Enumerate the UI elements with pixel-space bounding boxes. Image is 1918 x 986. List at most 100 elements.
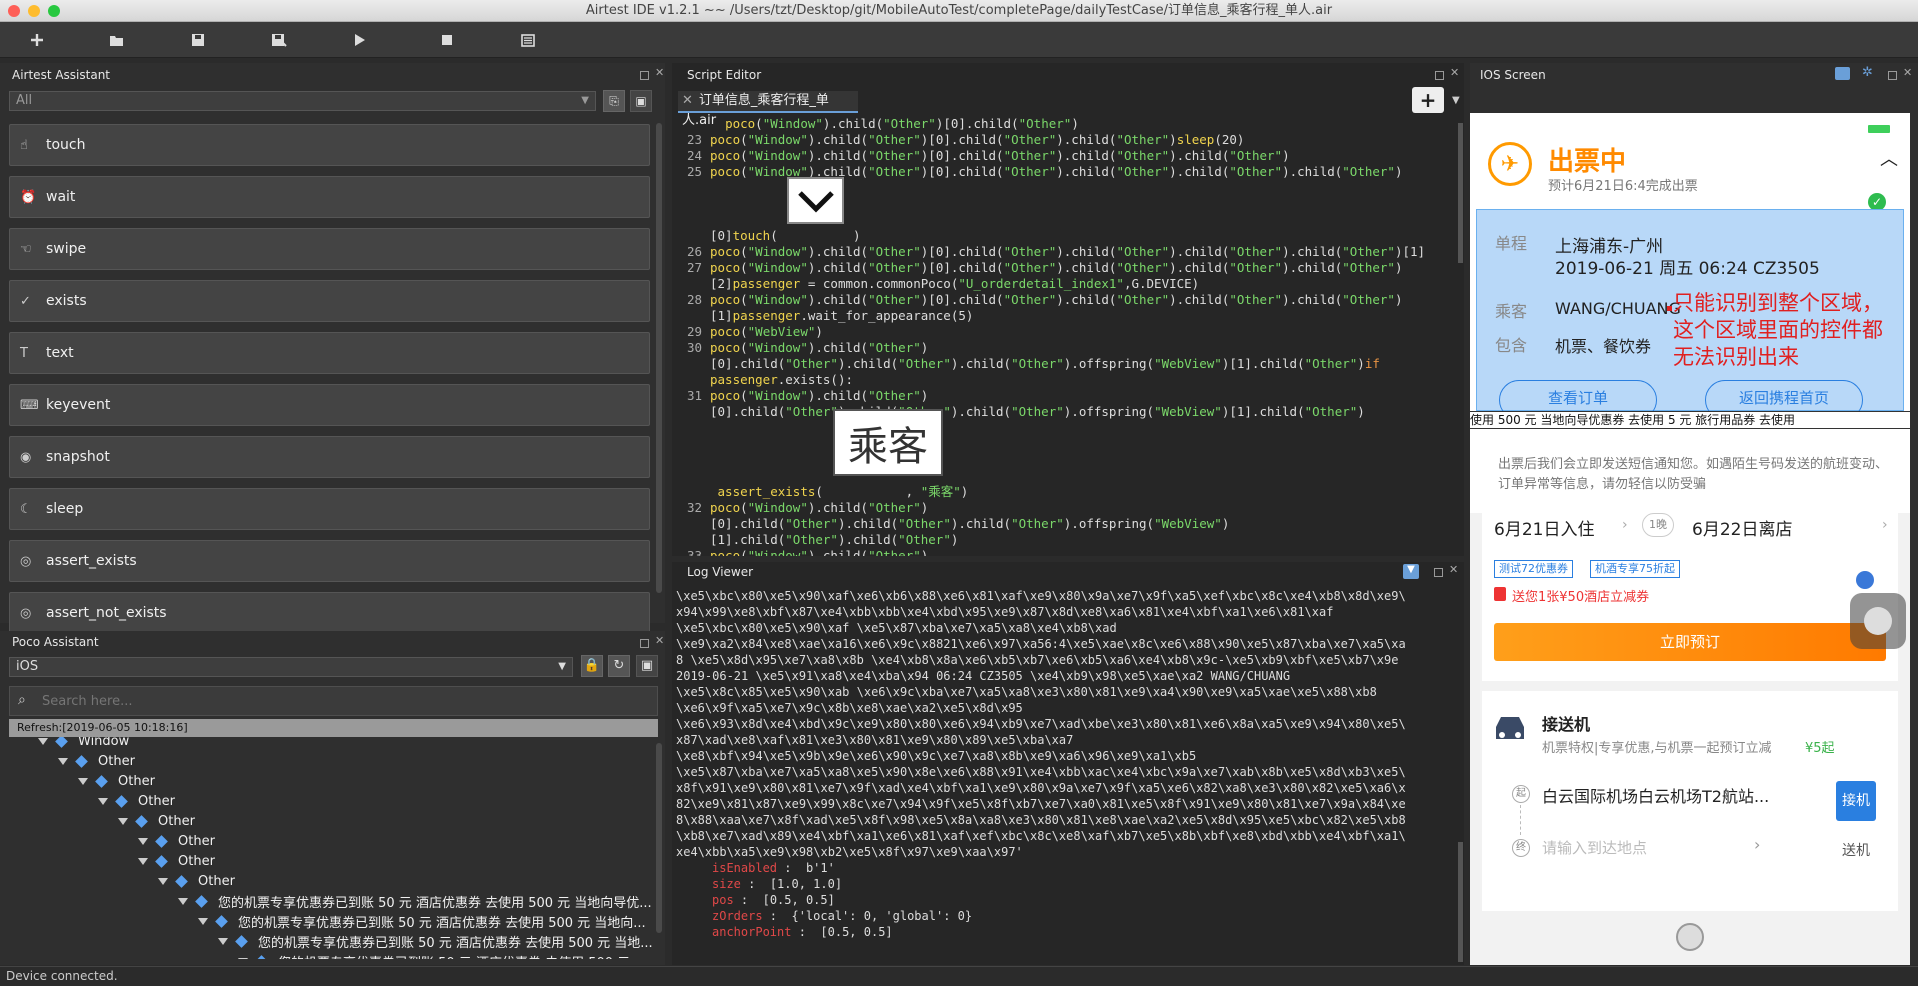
airtest-list-scrollbar[interactable] <box>656 123 662 593</box>
filter-icon[interactable]: ▼ <box>1403 564 1419 579</box>
close-window-button[interactable] <box>8 5 20 17</box>
expand-triangle-icon[interactable] <box>78 777 88 785</box>
expand-triangle-icon[interactable] <box>98 797 108 805</box>
tools-icon[interactable]: ✲ <box>1862 65 1873 80</box>
api-item-assert-exists[interactable]: ◎ assert_exists <box>9 540 650 582</box>
new-tab-button[interactable]: + <box>1412 87 1444 113</box>
coupon-bar[interactable]: 使用 500 元 当地向导优惠券 去使用 5 元 旅行用品券 去使用 <box>1470 411 1910 429</box>
chevron-right-icon: › <box>1754 835 1761 854</box>
tree-node[interactable]: Other <box>118 811 195 831</box>
screenshot-button[interactable]: ▣ <box>630 90 652 112</box>
tree-node[interactable]: 您的机票专享优惠券已到账 50 元 酒店优惠券 去使用 500 元 当地... <box>218 931 653 951</box>
touch-target-thumbnail[interactable] <box>787 177 844 224</box>
close-panel-icon[interactable]: ✕ <box>655 634 664 647</box>
home-button[interactable] <box>1676 923 1704 951</box>
minimize-window-button[interactable] <box>28 5 40 17</box>
book-now-button[interactable]: 立即预订 <box>1494 623 1886 661</box>
float-panel-icon[interactable] <box>640 639 649 648</box>
close-tab-icon[interactable]: ✕ <box>682 93 693 108</box>
chevron-right-icon: › <box>1622 517 1628 533</box>
expand-triangle-icon[interactable] <box>58 757 68 765</box>
expand-triangle-icon[interactable] <box>238 957 248 959</box>
float-panel-icon[interactable] <box>640 71 649 80</box>
api-item-sleep[interactable]: ☾ sleep <box>9 488 650 530</box>
orientation-icon[interactable] <box>1835 67 1850 80</box>
airplane-icon: ✈ <box>1488 142 1532 186</box>
expand-triangle-icon[interactable] <box>198 917 208 925</box>
poco-search-box[interactable]: ⌕ <box>9 686 658 716</box>
destination-input[interactable]: 请输入到达地点 <box>1542 837 1647 858</box>
window-title: Airtest IDE v1.2.1 ~~ /Users/tzt/Desktop… <box>585 3 1333 18</box>
highlighted-region[interactable]: 单程 上海浦东-广州 2019-06-21 周五 06:24 CZ3505 乘客… <box>1476 209 1904 420</box>
pickup-tab[interactable]: 接机 <box>1836 781 1876 821</box>
sms-notice: 出票后我们会立即发送短信通知您。如遇陌生号码发送的航班变动、订单异常等信息，请勿… <box>1498 457 1889 492</box>
zoom-window-button[interactable] <box>48 5 60 17</box>
code-text: passenger.exists(): <box>710 372 853 387</box>
tree-node[interactable]: Other <box>98 791 175 811</box>
chevron-up-icon[interactable]: ︿ <box>1880 145 1898 171</box>
tree-node[interactable]: Other <box>138 851 215 871</box>
expand-triangle-icon[interactable] <box>178 897 188 905</box>
save-as-button[interactable] <box>266 28 292 52</box>
floating-share-icon[interactable] <box>1856 571 1874 589</box>
lock-ui-button[interactable]: 🔒 <box>581 655 603 677</box>
poco-search-input[interactable] <box>42 691 642 711</box>
close-panel-icon[interactable]: ✕ <box>1450 66 1459 79</box>
checkout-date[interactable]: 6月22日离店 <box>1692 515 1792 540</box>
record-poco-button[interactable]: ▣ <box>636 655 658 677</box>
expand-triangle-icon[interactable] <box>138 857 148 865</box>
tree-node-label: Other <box>178 853 215 869</box>
tree-node[interactable]: Other <box>78 771 155 791</box>
api-item-swipe[interactable]: ☜ swipe <box>9 228 650 270</box>
tree-node[interactable]: 您的机票专享优惠券已到账 50 元 酒店优惠券 去使用 500 元 当地向导优.… <box>178 891 652 911</box>
log-scrollbar[interactable] <box>1458 842 1463 962</box>
poco-platform-select[interactable]: iOS ▼ <box>9 657 573 677</box>
device-screen[interactable]: ✈ 出票中 预计6月21日6:4完成出票 ︿ ✓ 单程 上海浦东-广州 2019… <box>1470 113 1910 965</box>
tree-node[interactable]: Window <box>38 737 129 751</box>
record-button[interactable]: ⎘ <box>603 90 625 112</box>
api-item-snapshot[interactable]: ◉ snapshot <box>9 436 650 478</box>
close-panel-icon[interactable]: ✕ <box>1903 66 1912 79</box>
new-file-button[interactable] <box>24 28 50 52</box>
expand-triangle-icon[interactable] <box>118 817 128 825</box>
api-item-keyevent[interactable]: ⌨ keyevent <box>9 384 650 426</box>
float-panel-icon[interactable] <box>1435 71 1444 80</box>
pickup-location[interactable]: 白云国际机场白云机场T2航站... <box>1542 783 1769 807</box>
tab-script-file[interactable]: ✕ 订单信息_乘客行程_单人.air <box>678 91 858 128</box>
tree-node[interactable]: 您的机票专享优惠券已到账 50 元 酒店优惠券 去使用 500 元 当地向... <box>198 911 646 931</box>
close-panel-icon[interactable]: ✕ <box>1449 563 1458 576</box>
float-panel-icon[interactable] <box>1888 71 1897 80</box>
tree-node[interactable]: Other <box>138 831 215 851</box>
chevron-down-icon[interactable]: ▼ <box>1452 95 1460 106</box>
view-log-button[interactable] <box>515 28 541 52</box>
expand-triangle-icon[interactable] <box>218 937 228 945</box>
tree-node[interactable]: 您的机票专享优惠券已到账 50 元 酒店优惠券 去使用 500 元 <box>238 951 630 959</box>
expand-triangle-icon[interactable] <box>138 837 148 845</box>
api-icon: ◎ <box>20 553 32 569</box>
log-line: 8\x88\xaa\xe7\x8f\xad\xe5\x8f\x98\xe5\x8… <box>676 813 1406 827</box>
editor-scrollbar[interactable] <box>1458 123 1463 263</box>
api-item-wait[interactable]: ⏰ wait <box>9 176 650 218</box>
float-panel-icon[interactable] <box>1434 568 1443 577</box>
open-file-button[interactable] <box>104 28 130 52</box>
poco-tree-scrollbar[interactable] <box>656 743 662 933</box>
api-filter-select[interactable]: All ▼ <box>9 91 596 111</box>
stop-script-button[interactable] <box>434 28 460 52</box>
assistive-touch-button[interactable] <box>1850 593 1906 649</box>
checkin-date[interactable]: 6月21日入住 <box>1494 515 1594 540</box>
tree-node[interactable]: Other <box>158 871 235 891</box>
api-item-touch[interactable]: ☝ touch <box>9 124 650 166</box>
save-button[interactable] <box>185 28 211 52</box>
expand-triangle-icon[interactable] <box>158 877 168 885</box>
refresh-tree-button[interactable]: ↻ <box>608 655 630 677</box>
run-script-button[interactable] <box>347 28 373 52</box>
save-as-icon <box>272 34 287 47</box>
close-panel-icon[interactable]: ✕ <box>655 66 664 79</box>
expand-triangle-icon[interactable] <box>38 737 48 745</box>
passenger-image-thumbnail[interactable]: 乘客 <box>833 409 943 476</box>
dropoff-tab[interactable]: 送机 <box>1836 831 1876 871</box>
tree-node[interactable]: Other <box>58 751 135 771</box>
api-item-assert-not-exists[interactable]: ◎ assert_not_exists <box>9 592 650 634</box>
api-item-text[interactable]: Ttext <box>9 332 650 374</box>
api-item-exists[interactable]: ✓ exists <box>9 280 650 322</box>
